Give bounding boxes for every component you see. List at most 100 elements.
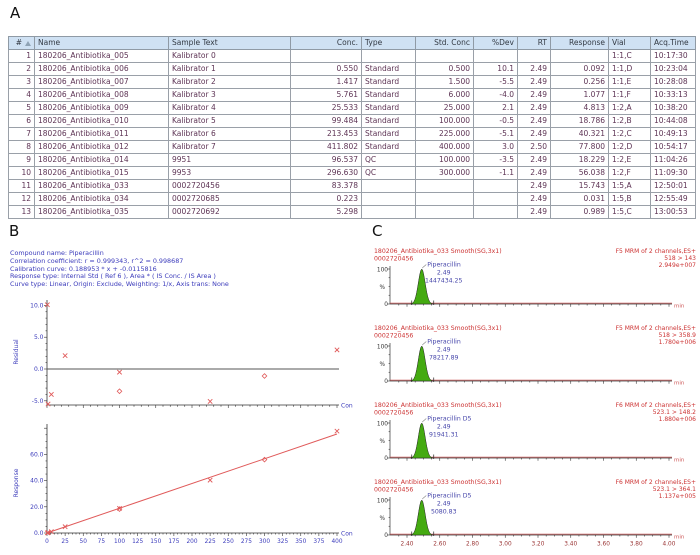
y-tick-label: 5.0 bbox=[34, 334, 44, 341]
cell-vial: 1:5,C bbox=[609, 206, 651, 219]
cell-acq_time: 13:00:53 bbox=[651, 206, 696, 219]
x-tick-label: 100 bbox=[114, 539, 125, 545]
peak-label-connector bbox=[422, 419, 426, 423]
column-header-sample_text[interactable]: Sample Text bbox=[169, 37, 291, 50]
cell-num: 3 bbox=[9, 76, 35, 89]
cell-rt: 2.49 bbox=[518, 128, 551, 141]
cell-name: 180206_Antibiotika_033 bbox=[35, 180, 169, 193]
table-row[interactable]: 5180206_Antibiotika_009Kalibrator 425.53… bbox=[9, 102, 696, 115]
x-ticks bbox=[399, 381, 669, 384]
y-tick-label: 60.0 bbox=[30, 451, 44, 458]
x-tick-label: 125 bbox=[132, 539, 143, 545]
y-ticks bbox=[44, 305, 47, 400]
table-row[interactable]: 9180206_Antibiotika_014995196.537QC100.0… bbox=[9, 154, 696, 167]
cell-num: 2 bbox=[9, 63, 35, 76]
cell-acq_time: 12:50:01 bbox=[651, 180, 696, 193]
cell-std_conc: 400.000 bbox=[416, 141, 474, 154]
cell-std_conc: 225.000 bbox=[416, 128, 474, 141]
column-header-acq_time[interactable]: Acq.Time bbox=[651, 37, 696, 50]
cell-name: 180206_Antibiotika_005 bbox=[35, 50, 169, 63]
cell-std_conc: 100.000 bbox=[416, 154, 474, 167]
y-tick-label: 40.0 bbox=[30, 478, 44, 485]
table-row[interactable]: 3180206_Antibiotika_007Kalibrator 21.417… bbox=[9, 76, 696, 89]
cell-acq_time: 11:04:26 bbox=[651, 154, 696, 167]
y-axis-title: Residual bbox=[13, 339, 20, 365]
cell-num: 12 bbox=[9, 193, 35, 206]
cell-response: 1.077 bbox=[551, 89, 609, 102]
cell-type: Standard bbox=[362, 63, 416, 76]
min-label: min bbox=[674, 535, 685, 541]
cell-dev: -0.5 bbox=[474, 115, 518, 128]
channel-label: F5 MRM of 2 channels,ES+ bbox=[616, 325, 696, 332]
peak-name-label: Piperacillin D5 bbox=[427, 493, 471, 500]
cell-num: 8 bbox=[9, 141, 35, 154]
x-tick-label: 175 bbox=[168, 539, 179, 545]
chromatogram-3: 180206_Antibiotika_033 Smooth(SG,3x1)000… bbox=[374, 398, 696, 475]
y-max-label: 100 bbox=[377, 499, 388, 505]
cell-sample_text: Kalibrator 0 bbox=[169, 50, 291, 63]
column-header-dev[interactable]: %Dev bbox=[474, 37, 518, 50]
table-row[interactable]: 4180206_Antibiotika_008Kalibrator 35.761… bbox=[9, 89, 696, 102]
table-row[interactable]: 12180206_Antibiotika_03400027206850.2232… bbox=[9, 193, 696, 206]
table-row[interactable]: 11180206_Antibiotika_033000272045683.378… bbox=[9, 180, 696, 193]
transition-label: 518 > 358.9 bbox=[659, 332, 696, 339]
column-header-std_conc[interactable]: Std. Conc bbox=[416, 37, 474, 50]
table-row[interactable]: 2180206_Antibiotika_006Kalibrator 10.550… bbox=[9, 63, 696, 76]
intensity-label: 1.137e+005 bbox=[659, 493, 696, 500]
cell-name: 180206_Antibiotika_012 bbox=[35, 141, 169, 154]
column-header-rt[interactable]: RT bbox=[518, 37, 551, 50]
cell-dev: -5.5 bbox=[474, 76, 518, 89]
y-unit-label: % bbox=[379, 439, 385, 445]
x-tick-label: 2.60 bbox=[433, 542, 446, 548]
section-label-a: A bbox=[10, 4, 20, 22]
min-label: min bbox=[674, 458, 685, 464]
cell-name: 180206_Antibiotika_014 bbox=[35, 154, 169, 167]
cell-vial: 1:2,E bbox=[609, 154, 651, 167]
cell-type: Standard bbox=[362, 76, 416, 89]
cell-rt: 2.49 bbox=[518, 76, 551, 89]
column-header-vial[interactable]: Vial bbox=[609, 37, 651, 50]
table-row[interactable]: 6180206_Antibiotika_010Kalibrator 599.48… bbox=[9, 115, 696, 128]
column-header-conc[interactable]: Conc. bbox=[291, 37, 362, 50]
cell-num: 10 bbox=[9, 167, 35, 180]
intensity-label: 1.780e+006 bbox=[659, 339, 696, 346]
peak-rt-label: 2.49 bbox=[437, 347, 451, 354]
cell-sample_text: 0002720692 bbox=[169, 206, 291, 219]
table-row[interactable]: 7180206_Antibiotika_011Kalibrator 6213.4… bbox=[9, 128, 696, 141]
peak-rt-label: 2.49 bbox=[437, 424, 451, 431]
cell-dev: 3.0 bbox=[474, 141, 518, 154]
table-row[interactable]: 10180206_Antibiotika_0159953296.630QC300… bbox=[9, 167, 696, 180]
column-header-type[interactable]: Type bbox=[362, 37, 416, 50]
x-ticks bbox=[399, 458, 669, 461]
cell-sample_text: Kalibrator 2 bbox=[169, 76, 291, 89]
cell-num: 9 bbox=[9, 154, 35, 167]
column-header-name[interactable]: Name bbox=[35, 37, 169, 50]
table-row[interactable]: 13180206_Antibiotika_03500027206925.2982… bbox=[9, 206, 696, 219]
y-unit-label: % bbox=[379, 285, 385, 291]
calibration-info: Compound name: Piperacillin Correlation … bbox=[10, 250, 229, 289]
cell-name: 180206_Antibiotika_011 bbox=[35, 128, 169, 141]
peak bbox=[411, 500, 433, 535]
column-header-num[interactable]: # bbox=[9, 37, 35, 50]
peak-area-label: 78217.89 bbox=[429, 355, 459, 362]
peak-area-label: 5080.83 bbox=[431, 509, 457, 516]
y-axis-title: Response bbox=[13, 468, 20, 497]
column-header-response[interactable]: Response bbox=[551, 37, 609, 50]
chromatogram-stack: 180206_Antibiotika_033 Smooth(SG,3x1)000… bbox=[374, 244, 696, 552]
fit-line bbox=[47, 434, 337, 533]
min-label: min bbox=[674, 381, 685, 387]
table-row[interactable]: 8180206_Antibiotika_012Kalibrator 7411.8… bbox=[9, 141, 696, 154]
cell-response bbox=[551, 50, 609, 63]
cell-vial: 1:1,E bbox=[609, 76, 651, 89]
cell-conc: 96.537 bbox=[291, 154, 362, 167]
cell-dev bbox=[474, 180, 518, 193]
table-row[interactable]: 1180206_Antibiotika_005Kalibrator 01:1,C… bbox=[9, 50, 696, 63]
figure-page: A #NameSample TextConc.TypeStd. Conc%Dev… bbox=[0, 0, 700, 555]
cell-conc: 411.802 bbox=[291, 141, 362, 154]
cell-type bbox=[362, 206, 416, 219]
file-label: 180206_Antibiotika_033 Smooth(SG,3x1) bbox=[374, 479, 502, 486]
cell-conc: 1.417 bbox=[291, 76, 362, 89]
cell-name: 180206_Antibiotika_015 bbox=[35, 167, 169, 180]
cell-conc: 213.453 bbox=[291, 128, 362, 141]
cell-type bbox=[362, 193, 416, 206]
